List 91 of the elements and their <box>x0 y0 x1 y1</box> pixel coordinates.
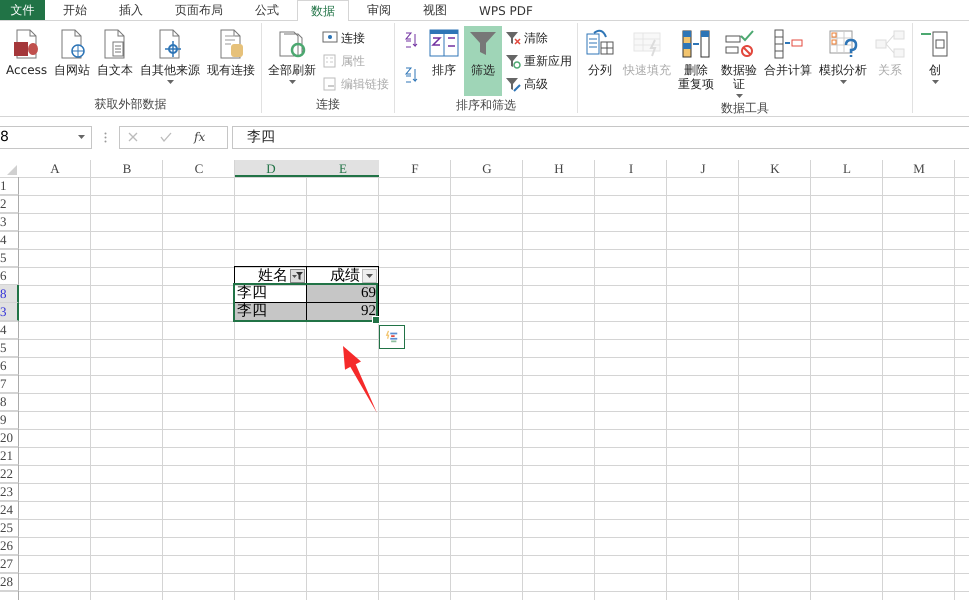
row-header[interactable]: 25 <box>0 519 19 537</box>
row-header[interactable]: 27 <box>0 555 19 573</box>
row-header[interactable]: 20 <box>0 429 19 447</box>
advanced-button[interactable]: 高级 <box>505 74 572 94</box>
caret-icon <box>840 80 847 84</box>
filter-dropdown-button[interactable] <box>290 268 305 282</box>
data-validation-button[interactable]: 数据验 证 <box>718 26 760 100</box>
lines-icon <box>385 330 399 344</box>
row-header[interactable]: 22 <box>0 465 19 483</box>
properties-icon <box>322 53 338 69</box>
sort-ascending-icon <box>403 32 420 48</box>
row-header[interactable]: 8 <box>0 285 19 303</box>
remove-duplicates-button[interactable]: 删除 重复项 <box>675 26 718 96</box>
what-if-icon <box>827 28 860 60</box>
column-header[interactable]: G <box>451 160 523 177</box>
clear-button[interactable]: 清除 <box>505 28 572 48</box>
row-header[interactable]: 21 <box>0 447 19 465</box>
consolidate-icon <box>772 28 804 60</box>
quick-analysis-button[interactable] <box>379 325 405 349</box>
filter-edit-icon <box>505 76 522 92</box>
column-header[interactable]: L <box>811 160 883 177</box>
filter-button[interactable]: 筛选 <box>464 26 502 96</box>
row-header[interactable]: 24 <box>0 501 19 519</box>
what-if-analysis-button[interactable]: 模拟分析 <box>816 26 870 96</box>
group-label: 数据工具 <box>721 100 770 116</box>
column-header[interactable]: E <box>307 160 379 177</box>
insert-function-button[interactable]: fx <box>194 130 206 144</box>
row-header[interactable]: 9 <box>0 411 19 429</box>
connections-button[interactable]: 连接 <box>322 28 390 48</box>
filter-clear-icon <box>505 30 522 46</box>
column-header[interactable]: J <box>667 160 739 177</box>
row-header[interactable]: 3 <box>0 213 19 231</box>
caret-icon <box>366 274 373 278</box>
table-header: 成绩 <box>330 266 360 285</box>
relationships-icon <box>874 28 906 60</box>
row-header[interactable]: 4 <box>0 231 19 249</box>
column-header[interactable]: F <box>379 160 451 177</box>
column-header[interactable]: B <box>91 160 163 177</box>
caret-icon <box>166 80 174 84</box>
row-header[interactable]: 8 <box>0 393 19 411</box>
row-header[interactable]: 6 <box>0 357 19 375</box>
table-cell: 李四 <box>235 303 307 321</box>
group-label: 获取外部数据 <box>94 96 167 113</box>
caret-icon <box>288 80 296 84</box>
row-header[interactable]: 3 <box>0 303 19 321</box>
row-header[interactable]: 28 <box>0 573 19 591</box>
table-header: 姓名 <box>258 267 288 285</box>
column-header[interactable]: A <box>19 160 91 177</box>
column-header[interactable]: H <box>523 160 595 177</box>
consolidate-button[interactable]: 合并计算 <box>761 26 816 96</box>
caret-icon <box>736 94 743 98</box>
caret-icon <box>932 80 939 84</box>
caret-icon <box>78 135 85 139</box>
group-label: 连接 <box>316 96 340 113</box>
row-header[interactable]: 4 <box>0 321 19 339</box>
row-header[interactable]: 7 <box>0 375 19 393</box>
row-header[interactable]: 5 <box>0 249 19 267</box>
create-button[interactable]: 创 <box>916 26 954 96</box>
group-label: 排序和筛选 <box>456 97 516 114</box>
text-to-columns-button[interactable]: 分列 <box>581 26 620 96</box>
name-box[interactable]: 8 <box>0 126 92 148</box>
column-header[interactable]: M <box>883 160 955 177</box>
duplicates-icon <box>680 28 712 60</box>
from-text-button[interactable]: 自文本 <box>94 26 136 96</box>
validation-icon <box>723 28 756 60</box>
file-tab[interactable]: 文件 <box>0 0 45 20</box>
formula-field[interactable]: 李四 <box>232 126 969 148</box>
filter-dropdown-button[interactable] <box>362 268 377 282</box>
pointer-arrow <box>343 346 377 413</box>
refresh-all-button[interactable]: 全部刷新 <box>265 26 320 96</box>
filter-refresh-icon <box>505 53 522 69</box>
column-header[interactable]: K <box>739 160 811 177</box>
row-header[interactable]: 23 <box>0 483 19 501</box>
row-header[interactable]: 26 <box>0 537 19 555</box>
sort-button[interactable]: 排序 <box>425 26 464 96</box>
ribbon-tab[interactable]: 数据 <box>297 0 349 21</box>
column-header[interactable]: D <box>235 160 307 177</box>
column-header[interactable]: I <box>595 160 667 177</box>
row-header[interactable]: 1 <box>0 177 19 195</box>
access-button[interactable]: Access <box>3 26 50 96</box>
filter-funnel-icon <box>292 271 303 280</box>
column-header[interactable]: C <box>163 160 235 177</box>
table-cell: 69 <box>307 285 379 303</box>
row-header[interactable]: 5 <box>0 339 19 357</box>
row-header[interactable]: 2 <box>0 195 19 213</box>
existing-connections-button[interactable]: 现有连接 <box>204 26 258 96</box>
other-sources-button[interactable]: 自其他来源 <box>137 26 204 96</box>
reapply-button[interactable]: 重新应用 <box>505 51 572 71</box>
sort-descending-icon <box>403 67 420 83</box>
from-web-button[interactable]: 自网站 <box>51 26 94 96</box>
more-icon <box>104 132 107 142</box>
